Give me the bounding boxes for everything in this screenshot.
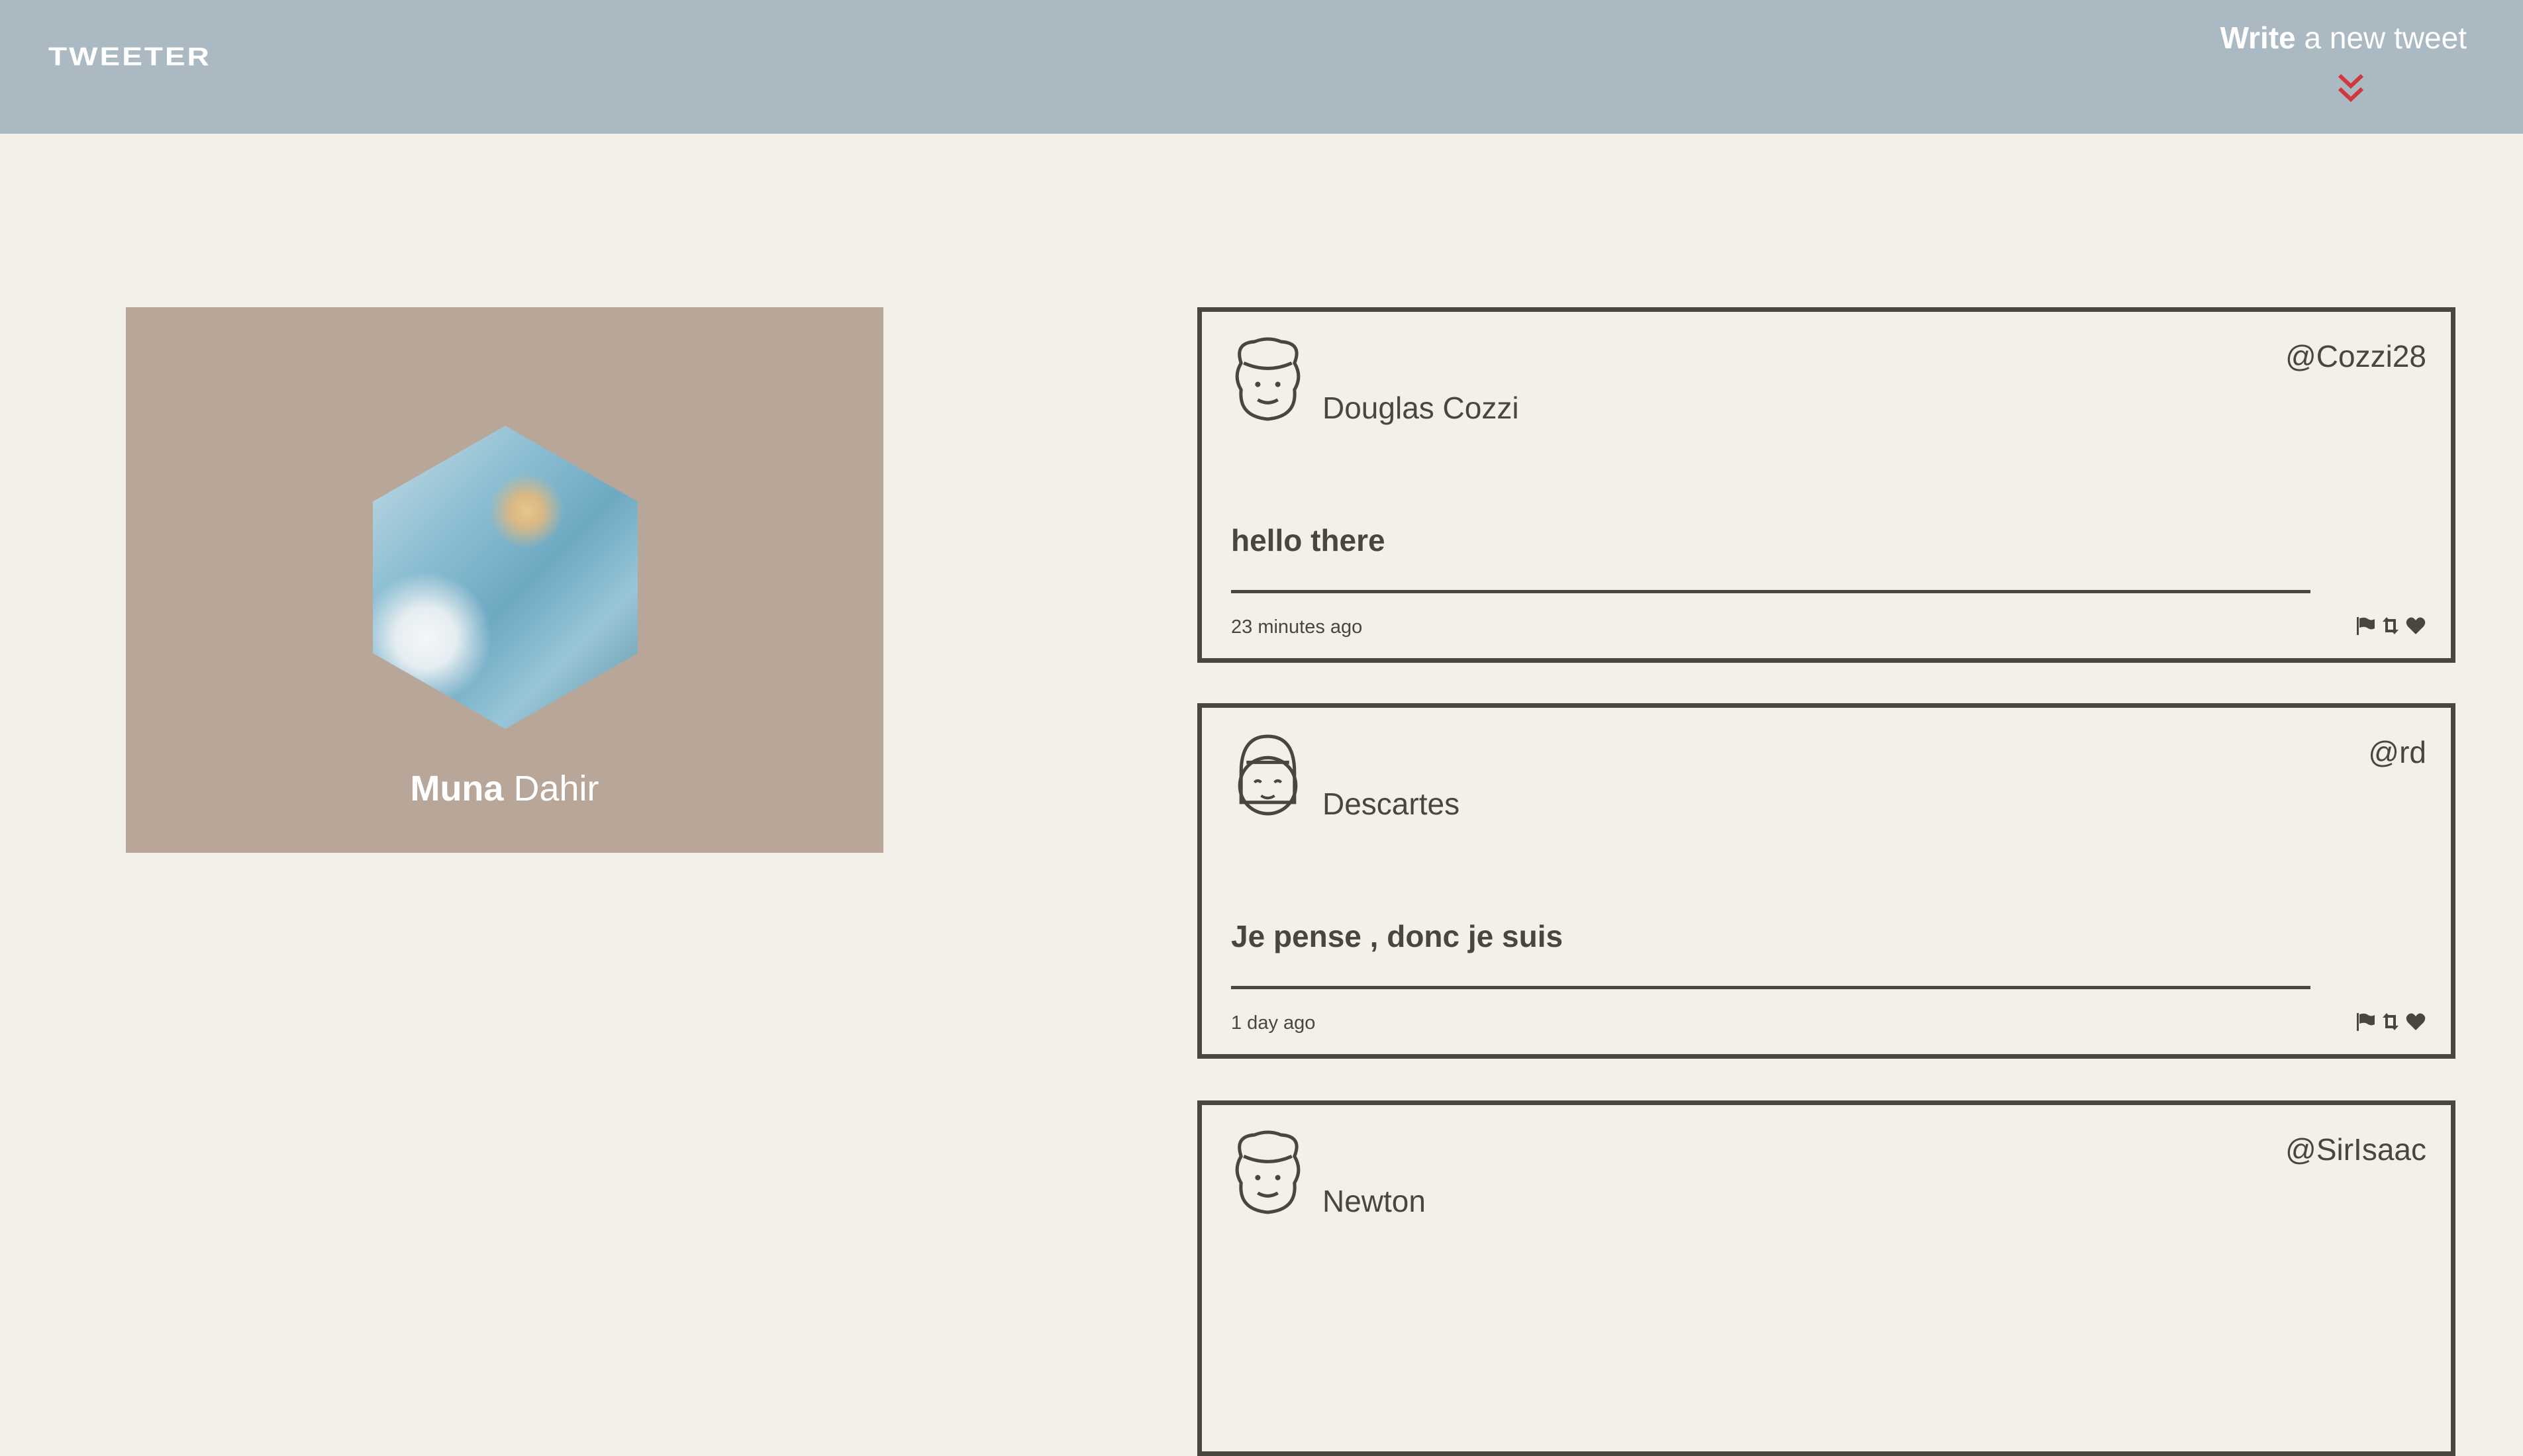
first-name: Muna bbox=[410, 769, 504, 808]
tweet-card: Douglas Cozzi @Cozzi28 hello there 23 mi… bbox=[1197, 307, 2455, 663]
profile-name: Muna Dahir bbox=[126, 768, 883, 809]
timestamp: 23 minutes ago bbox=[1231, 616, 1363, 638]
avatar bbox=[1235, 1130, 1301, 1214]
tweet-text: hello there bbox=[1231, 523, 1385, 558]
tweet-card: Newton @SirIsaac bbox=[1197, 1100, 2455, 1456]
retweet-icon[interactable] bbox=[2380, 1011, 2401, 1032]
user-name: Newton bbox=[1322, 1184, 1426, 1218]
compose-label: a new tweet bbox=[2295, 21, 2467, 55]
compose-bold: Write bbox=[2220, 21, 2296, 55]
tweet-card: Descartes @rd Je pense , donc je suis 1 … bbox=[1197, 703, 2455, 1059]
divider bbox=[1231, 986, 2310, 989]
user-handle: @rd bbox=[2368, 735, 2426, 769]
top-nav: TWEETER Write a new tweet bbox=[0, 0, 2523, 134]
avatar bbox=[1238, 734, 1298, 816]
double-chevron-down-icon[interactable] bbox=[2336, 72, 2366, 105]
heart-icon[interactable] bbox=[2405, 615, 2426, 636]
heart-icon[interactable] bbox=[2405, 1011, 2426, 1032]
user-handle: @SirIsaac bbox=[2285, 1132, 2426, 1167]
user-name: Douglas Cozzi bbox=[1322, 391, 1519, 425]
logo: TWEETER bbox=[48, 41, 211, 72]
tweet-actions bbox=[2355, 615, 2426, 636]
retweet-icon[interactable] bbox=[2380, 615, 2401, 636]
flag-icon[interactable] bbox=[2355, 615, 2376, 636]
flag-icon[interactable] bbox=[2355, 1011, 2376, 1032]
user-name: Descartes bbox=[1322, 787, 1460, 821]
avatar bbox=[1235, 337, 1301, 421]
timestamp: 1 day ago bbox=[1231, 1012, 1316, 1034]
user-handle: @Cozzi28 bbox=[2285, 339, 2426, 373]
tweet-actions bbox=[2355, 1011, 2426, 1032]
last-name: Dahir bbox=[503, 769, 599, 808]
write-tweet-button[interactable]: Write a new tweet bbox=[2220, 20, 2467, 56]
tweet-text: Je pense , donc je suis bbox=[1231, 919, 1563, 953]
divider bbox=[1231, 590, 2310, 593]
